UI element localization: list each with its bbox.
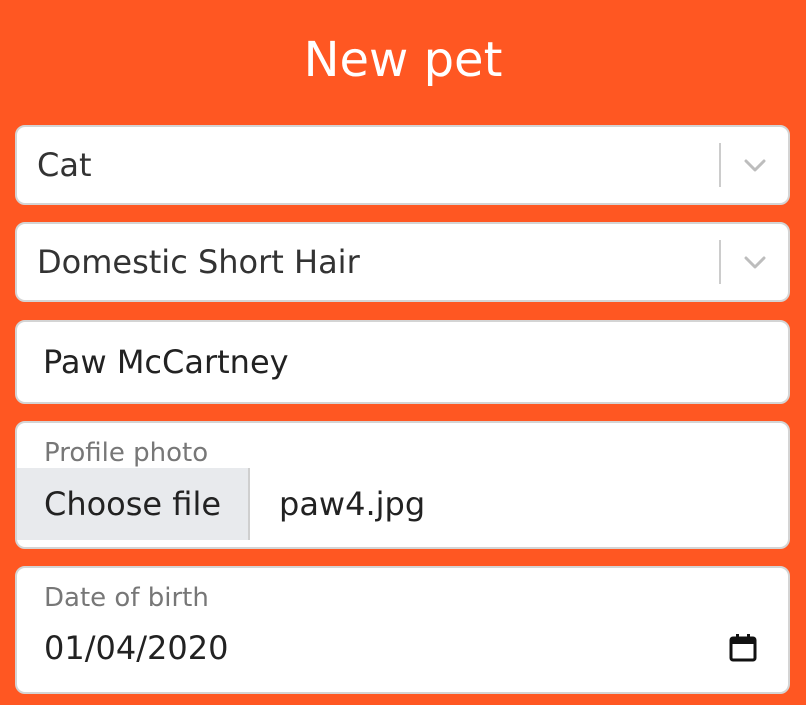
- profile-photo-label: Profile photo: [44, 438, 209, 468]
- profile-photo-field[interactable]: Profile photo Choose file paw4.jpg: [15, 421, 790, 549]
- breed-select[interactable]: Domestic Short Hair: [15, 222, 790, 302]
- date-of-birth-field[interactable]: Date of birth 01/04/2020: [15, 566, 790, 694]
- pet-name-field[interactable]: [15, 320, 790, 404]
- select-separator: [719, 240, 721, 284]
- selected-file-name: paw4.jpg: [279, 485, 426, 523]
- date-of-birth-label: Date of birth: [44, 583, 209, 613]
- page-title: New pet: [303, 32, 503, 88]
- chevron-down-icon[interactable]: [742, 252, 768, 272]
- chevron-down-icon[interactable]: [742, 155, 768, 175]
- pet-name-input[interactable]: [43, 322, 763, 402]
- select-separator: [719, 143, 721, 187]
- choose-file-button[interactable]: Choose file: [17, 468, 250, 540]
- date-of-birth-value[interactable]: 01/04/2020: [44, 622, 228, 674]
- bottom-strip: [0, 697, 806, 705]
- species-select[interactable]: Cat: [15, 125, 790, 205]
- breed-select-value: Domestic Short Hair: [37, 243, 360, 281]
- calendar-icon[interactable]: [727, 632, 759, 664]
- species-select-value: Cat: [37, 146, 92, 184]
